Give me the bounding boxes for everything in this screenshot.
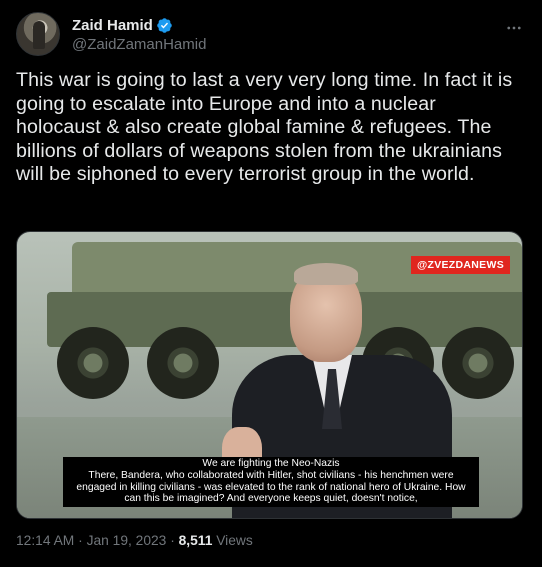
author-names: Zaid Hamid @ZaidZamanHamid bbox=[72, 15, 206, 54]
views-count[interactable]: 8,511 bbox=[179, 533, 213, 548]
meta-separator: · bbox=[166, 533, 179, 548]
subtitle-line-1: We are fighting the Neo-Nazis bbox=[202, 458, 340, 469]
tweet-header: Zaid Hamid @ZaidZamanHamid bbox=[16, 12, 526, 56]
tweet-meta: 12:14 AM · Jan 19, 2023 · 8,511 Views bbox=[16, 533, 253, 548]
subtitle-line-2: There, Bandera, who collaborated with Hi… bbox=[76, 469, 466, 505]
truck-wheel bbox=[147, 327, 219, 399]
tweet-video[interactable]: @ZVEZDANEWS We are fighting the Neo-Nazi… bbox=[16, 231, 523, 519]
author-handle[interactable]: @ZaidZamanHamid bbox=[72, 36, 206, 53]
tweet-time[interactable]: 12:14 AM bbox=[16, 533, 74, 548]
video-subtitle: We are fighting the Neo-Nazis There, Ban… bbox=[63, 457, 479, 508]
avatar[interactable] bbox=[16, 12, 60, 56]
more-icon[interactable] bbox=[504, 18, 524, 38]
truck-wheel bbox=[442, 327, 514, 399]
verified-badge-icon bbox=[157, 17, 172, 33]
author-display-name[interactable]: Zaid Hamid bbox=[72, 17, 153, 34]
truck-wheel bbox=[57, 327, 129, 399]
meta-separator: · bbox=[74, 533, 87, 548]
watermark-label: @ZVEZDANEWS bbox=[410, 256, 510, 274]
tweet-date[interactable]: Jan 19, 2023 bbox=[87, 533, 167, 548]
tweet-text: This war is going to last a very very lo… bbox=[16, 69, 513, 185]
views-label: Views bbox=[216, 533, 253, 548]
